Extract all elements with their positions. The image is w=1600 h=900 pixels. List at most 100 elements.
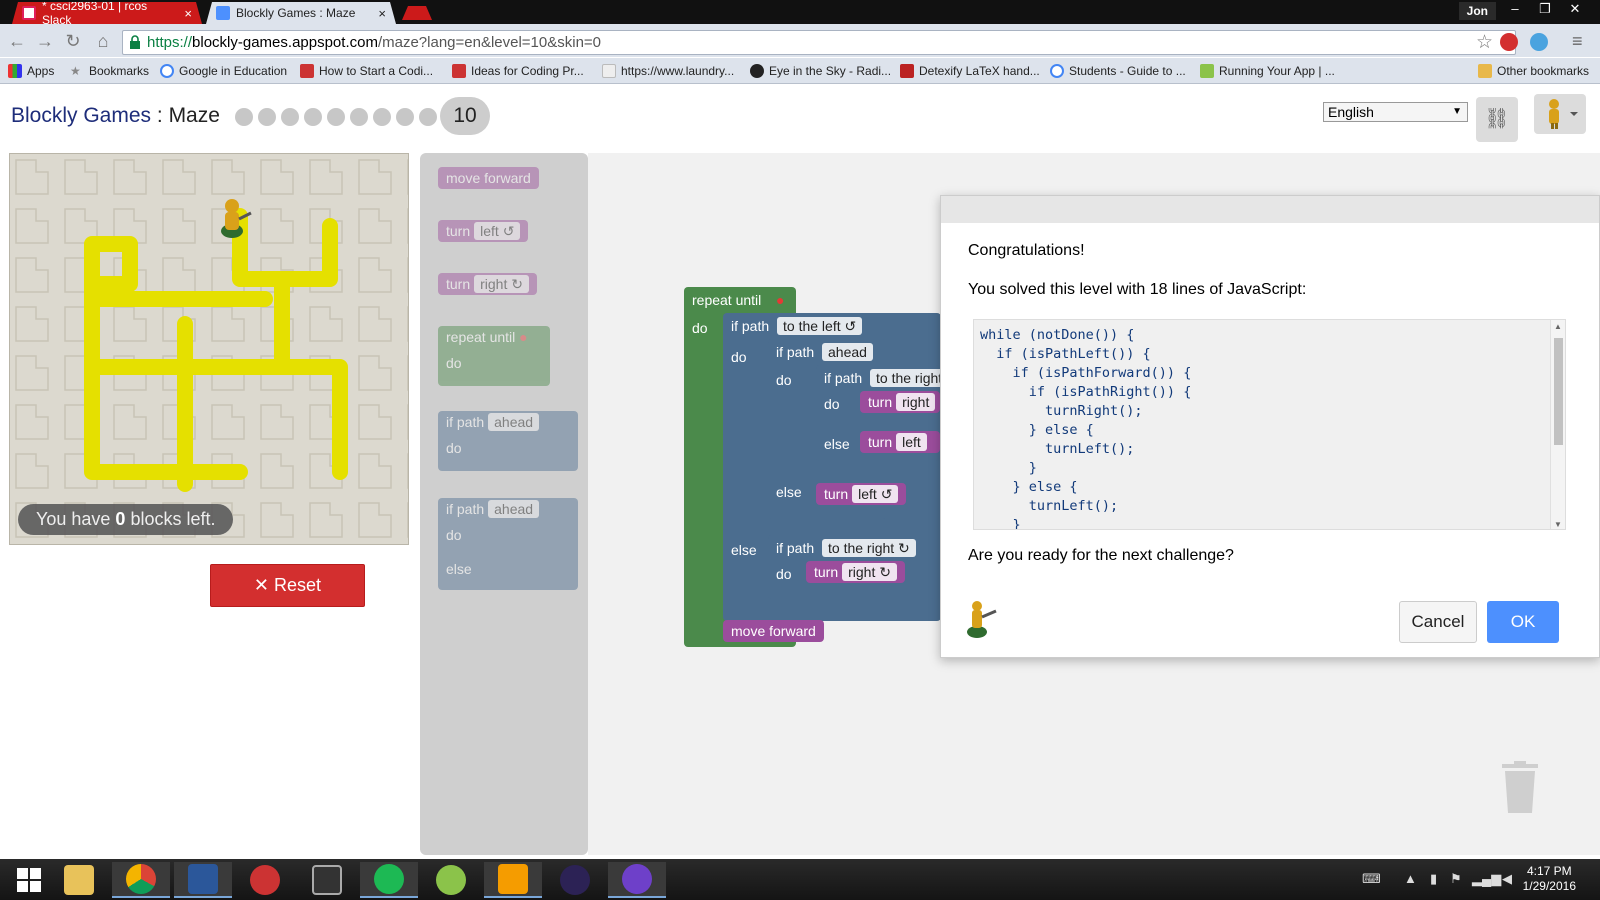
toolbox-move-forward-block[interactable]: move forward <box>438 167 539 189</box>
level-dot[interactable] <box>258 108 276 126</box>
android-studio-icon <box>436 865 466 895</box>
block-label: if path <box>824 370 863 386</box>
level-dot[interactable] <box>235 108 253 126</box>
bookmark-apps[interactable]: Apps <box>8 62 54 80</box>
level-dot[interactable] <box>350 108 368 126</box>
pegman-button[interactable] <box>1534 94 1586 134</box>
taskbar-sublime[interactable] <box>484 862 542 898</box>
block-label: turn <box>824 486 849 502</box>
bookmark-item[interactable]: Ideas for Coding Pr... <box>452 62 584 80</box>
link-button[interactable]: ⛓ <box>1476 97 1518 142</box>
minimize-button[interactable]: – <box>1500 0 1530 20</box>
level-dot[interactable] <box>304 108 322 126</box>
scissors-icon <box>250 865 280 895</box>
menu-icon[interactable]: ≡ <box>1572 31 1583 52</box>
home-icon[interactable]: ⌂ <box>92 30 114 52</box>
keyboard-icon[interactable]: ⌨ <box>1362 871 1381 887</box>
reload-icon[interactable]: ↻ <box>62 30 84 52</box>
level-dot[interactable] <box>281 108 299 126</box>
scroll-up-icon[interactable]: ▲ <box>1554 322 1562 331</box>
profile-name[interactable]: Jon <box>1458 2 1496 20</box>
toolbox-if-else-block[interactable]: if path ahead do else <box>438 498 578 590</box>
path-dropdown[interactable]: ahead <box>488 413 540 431</box>
bookmark-other[interactable]: Other bookmarks <box>1478 62 1589 80</box>
move-forward-block[interactable]: move forward <box>723 620 824 642</box>
eclipse-icon <box>560 865 590 895</box>
extension-icon[interactable] <box>1530 33 1548 51</box>
bookmark-item[interactable]: How to Start a Codi... <box>300 62 433 80</box>
language-select[interactable]: English ▼ <box>1323 102 1468 122</box>
taskbar-chrome[interactable] <box>112 862 170 898</box>
new-tab-button[interactable] <box>402 6 432 20</box>
bookmark-item[interactable]: Students - Guide to ... <box>1050 62 1186 80</box>
taskbar-github[interactable] <box>608 862 666 898</box>
bookmark-item[interactable]: Running Your App | ... <box>1200 62 1335 80</box>
back-icon[interactable]: ← <box>6 30 28 52</box>
level-dot[interactable] <box>373 108 391 126</box>
path-dropdown[interactable]: to the left ↺ <box>777 317 863 335</box>
system-clock[interactable]: 4:17 PM 1/29/2016 <box>1523 864 1576 894</box>
scroll-down-icon[interactable]: ▼ <box>1554 520 1562 529</box>
scroll-thumb[interactable] <box>1554 338 1563 445</box>
ok-button[interactable]: OK <box>1487 601 1559 643</box>
address-bar[interactable]: https://blockly-games.appspot.com/maze?l… <box>122 30 1516 55</box>
wifi-icon[interactable]: ▂▄▆ <box>1472 871 1501 887</box>
toolbox-turn-right-block[interactable]: turn right ↻ <box>438 273 537 295</box>
apps-grid-icon <box>8 64 22 78</box>
turn-right-block[interactable]: turn right ↻ <box>806 561 905 583</box>
direction-dropdown[interactable]: right <box>896 393 936 411</box>
app-title-link[interactable]: Blockly Games <box>11 104 151 127</box>
volume-icon[interactable]: ◀ <box>1502 871 1512 887</box>
bookmark-item[interactable]: ★ Bookmarks <box>70 62 149 80</box>
turn-left-block[interactable]: turn left ↺ <box>816 483 907 505</box>
toolbox-repeat-until-block[interactable]: repeat until ● do <box>438 326 550 386</box>
close-tab-icon[interactable]: × <box>372 6 386 21</box>
toolbox-if-path-block[interactable]: if path ahead do <box>438 411 578 471</box>
reset-button[interactable]: ✕ Reset <box>210 564 365 607</box>
battery-icon[interactable]: ▮ <box>1430 871 1437 887</box>
direction-dropdown[interactable]: left ↺ <box>852 485 899 503</box>
bookmark-item[interactable]: Detexify LaTeX hand... <box>900 62 1040 80</box>
direction-dropdown[interactable]: right ↻ <box>474 275 529 293</box>
taskbar-snipping[interactable] <box>236 862 294 898</box>
path-dropdown[interactable]: to the right <box>870 369 949 387</box>
code-output[interactable]: while (notDone()) { if (isPathLeft()) { … <box>973 319 1566 530</box>
direction-dropdown[interactable]: left ↺ <box>474 222 521 240</box>
path-dropdown[interactable]: ahead <box>822 343 873 361</box>
taskbar-android-studio[interactable] <box>422 862 480 898</box>
do-label: do <box>446 355 462 371</box>
code-scrollbar[interactable]: ▲ ▼ <box>1550 320 1565 529</box>
level-dot[interactable] <box>327 108 345 126</box>
restore-button[interactable]: ❐ <box>1530 0 1560 20</box>
taskbar-spotify[interactable] <box>360 862 418 898</box>
taskbar-eclipse[interactable] <box>546 862 604 898</box>
cancel-button[interactable]: Cancel <box>1399 601 1477 643</box>
toolbox-turn-left-block[interactable]: turn left ↺ <box>438 220 529 242</box>
extension-icon[interactable] <box>1500 33 1518 51</box>
bookmark-item[interactable]: Google in Education <box>160 62 287 80</box>
taskbar-terminal[interactable] <box>298 862 356 898</box>
close-tab-icon[interactable]: × <box>178 6 192 21</box>
tab-slack[interactable]: * csci2963-01 | rcos Slack × <box>12 2 202 24</box>
direction-dropdown[interactable]: right ↻ <box>842 563 897 581</box>
page-title: Blockly Games : Maze <box>11 104 220 128</box>
show-hidden-icon[interactable]: ▲ <box>1404 871 1417 886</box>
level-dot[interactable] <box>396 108 414 126</box>
path-dropdown[interactable]: to the right ↻ <box>822 539 916 557</box>
taskbar-word[interactable] <box>174 862 232 898</box>
turn-right-block[interactable]: turn right <box>860 391 940 413</box>
turn-left-block[interactable]: turn left <box>860 431 940 453</box>
close-window-button[interactable]: ✕ <box>1560 0 1590 20</box>
direction-dropdown[interactable]: left <box>896 433 927 451</box>
trash-icon[interactable] <box>1500 761 1540 813</box>
bookmark-item[interactable]: Eye in the Sky - Radi... <box>750 62 891 80</box>
bookmark-item[interactable]: https://www.laundry... <box>602 62 734 80</box>
level-dot[interactable] <box>419 108 437 126</box>
path-dropdown[interactable]: ahead <box>488 500 540 518</box>
taskbar-explorer[interactable] <box>50 862 108 898</box>
bookmark-star-icon[interactable]: ☆ <box>1476 31 1493 54</box>
current-level-badge[interactable]: 10 <box>440 97 490 135</box>
tab-blockly-maze[interactable]: Blockly Games : Maze × <box>206 2 396 24</box>
flag-icon[interactable]: ⚑ <box>1450 871 1462 887</box>
forward-icon[interactable]: → <box>34 30 56 52</box>
